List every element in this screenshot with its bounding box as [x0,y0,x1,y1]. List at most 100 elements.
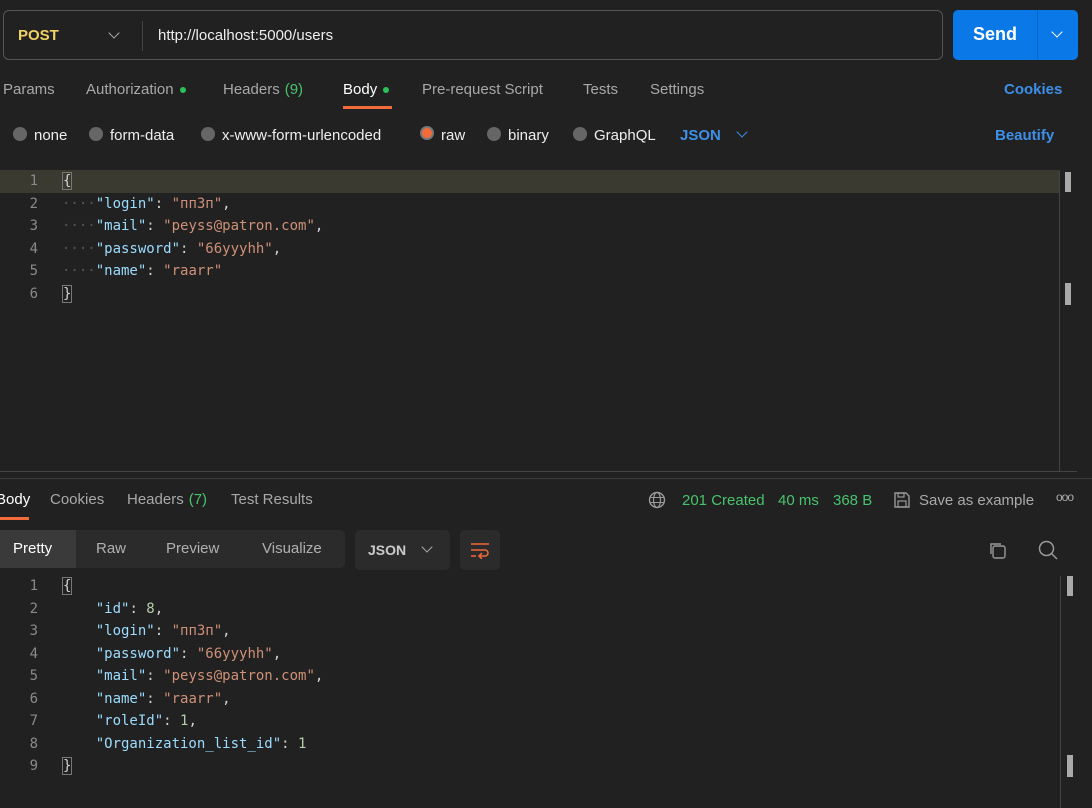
pane-divider[interactable] [0,478,1092,479]
line-content: "name": "raarr", [62,688,231,711]
token-indent: ···· [62,263,96,279]
bracket-match: { [62,172,73,190]
code-line: 6} [0,283,323,306]
line-content: "Organization_list_id": 1 [62,733,307,756]
tab-body[interactable]: Body [343,81,390,98]
view-raw[interactable]: Raw [96,540,126,557]
wrap-icon [471,543,489,559]
radio-label-x-www-form-urlencoded[interactable]: x-www-form-urlencoded [222,127,381,144]
tab-pre-request-script[interactable]: Pre-request Script [422,81,543,98]
request-body-editor[interactable]: 1{2 ····"login": "пп3п", 3 ····"mail": "pey… [0,170,323,305]
chevron-down-icon[interactable] [736,126,748,138]
line-number: 5 [29,263,38,279]
send-options-chevron-icon[interactable] [1051,26,1063,38]
url-input[interactable]: http://localhost:5000/users [158,27,333,44]
radio-form-data[interactable] [89,127,103,141]
scrollbar-thumb[interactable] [1067,755,1073,777]
token-key: "Organization_list_id" [95,735,282,752]
status-dot [383,87,390,94]
code-line: 6 "name": "raarr", [0,688,323,711]
code-line: 2 "id": 8, [0,598,323,621]
status-code[interactable]: 201 Created [682,492,765,509]
radio-x-www-form-urlencoded[interactable] [201,127,215,141]
token-punct: , [314,218,324,234]
scrollbar-thumb[interactable] [1067,576,1073,596]
method-select[interactable]: POST [18,27,59,44]
line-content: "login": "пп3п", [62,620,231,643]
response-size[interactable]: 368 B [833,492,872,509]
radio-label-none[interactable]: none [34,127,67,144]
line-number: 6 [29,285,38,302]
tab-tests[interactable]: Tests [583,81,618,98]
token-indent: ···· [62,240,96,257]
line-content: } [62,283,73,306]
line-content: "mail": "peyss@patron.com", [62,665,324,688]
token-punct: , [222,690,231,707]
send-button[interactable]: Send [953,10,1078,60]
response-body-viewer[interactable]: 1{2 "id": 8, 3 "login": "пп3п", 4 "passwor… [0,575,323,778]
radio-label-raw[interactable]: raw [441,127,465,144]
line-content: ····"mail": "peyss@patron.com", [62,215,323,238]
code-line: 2 ····"login": "пп3п", [0,193,323,216]
language-select[interactable]: JSON [680,127,721,144]
radio-label-form-data[interactable]: form-data [110,127,174,144]
code-line: 1{ [0,575,323,598]
tab-settings[interactable]: Settings [650,81,704,98]
scrollbar-thumb[interactable] [1065,283,1071,305]
save-icon[interactable] [893,491,911,509]
response-tab-test-results[interactable]: Test Results [231,491,313,508]
line-content: "id": 8, [62,598,163,621]
line-number: 1 [29,578,38,594]
wrap-lines-button[interactable] [460,530,500,570]
tab-count: (7) [188,491,208,508]
radio-raw[interactable] [420,126,434,140]
view-pretty[interactable]: Pretty [13,540,52,557]
radio-GraphQL[interactable] [573,127,587,141]
save-as-example-button[interactable]: Save as example [919,492,1034,509]
tab-headers[interactable]: Headers (9) [223,81,303,98]
radio-binary[interactable] [487,127,501,141]
token-string: "raarr" [163,690,223,707]
token-indent: ···· [62,195,96,212]
view-visualize[interactable]: Visualize [262,540,322,557]
code-line: 9} [0,755,323,778]
tab-authorization[interactable]: Authorization [86,81,186,98]
token-string: "peyss@patron.com" [163,218,315,234]
more-options-icon[interactable]: ooo [1056,490,1074,504]
status-dot [179,87,186,94]
tab-label: Pre-request Script [422,81,543,98]
token-key: "password" [95,645,181,662]
cookies-link[interactable]: Cookies [1004,81,1062,98]
chevron-down-icon[interactable] [108,27,120,39]
line-content: ····"password": "66yyyhh", [62,238,281,261]
copy-icon[interactable] [988,541,1007,560]
radio-label-binary[interactable]: binary [508,127,549,144]
send-label: Send [973,24,1018,44]
line-number: 3 [29,218,38,234]
response-tab-cookies[interactable]: Cookies [50,491,104,508]
active-tab-indicator [0,517,29,520]
token-string: "raarr" [163,263,223,279]
token-punct: : [180,240,197,257]
beautify-button[interactable]: Beautify [995,127,1054,144]
scrollbar-thumb[interactable] [1065,172,1071,192]
radio-none[interactable] [13,127,27,141]
response-tab-headers[interactable]: Headers (7) [127,491,207,508]
line-number: 3 [29,623,38,639]
line-content: ····"name": "raarr" [62,260,222,283]
token-punct: , [188,713,197,729]
tab-params[interactable]: Params [3,81,55,98]
response-time[interactable]: 40 ms [778,492,819,509]
view-preview[interactable]: Preview [166,540,219,557]
search-icon[interactable] [1038,540,1058,560]
format-select[interactable]: JSON [355,530,450,570]
radio-label-GraphQL[interactable]: GraphQL [594,127,656,144]
view-mode-segmented: Pretty Raw Preview Visualize [0,530,345,568]
tab-label: Body [343,81,378,98]
token-number: 8 [146,600,155,617]
globe-icon[interactable] [648,491,666,509]
response-tab-body[interactable]: Body [0,491,30,508]
